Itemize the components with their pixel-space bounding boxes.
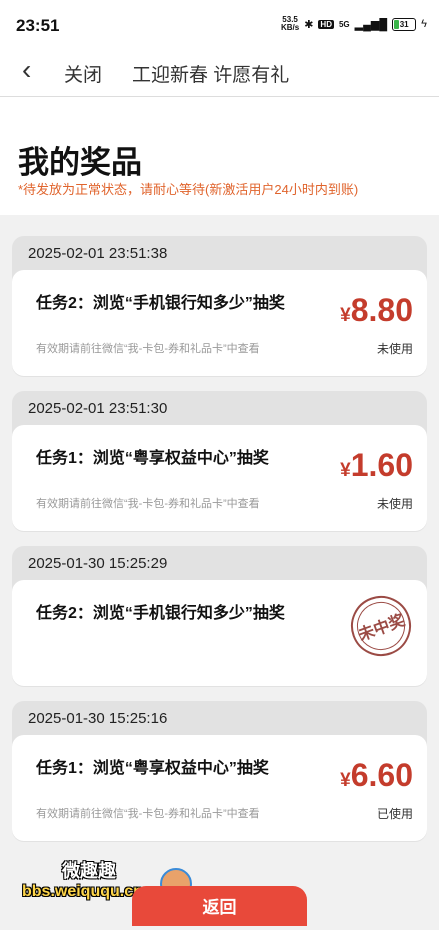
close-button[interactable]: 关闭 (64, 60, 102, 87)
record-task: 任务2：浏览“手机银行知多少”抽奖 (36, 605, 285, 622)
record-task: 任务1：浏览“粤享权益中心”抽奖 (36, 760, 269, 777)
status-time: 23:51 (16, 16, 60, 35)
record-status: 未使用 (376, 342, 413, 356)
status-icons: 53.5 KB/s ✱ HD 5G ▂▄▆█ 31 ϟ (281, 16, 427, 32)
page-header: 我的奖品 *待发放为正常状态，请耐心等待(新激活用户24小时内到账) (0, 97, 439, 215)
charging-icon: ϟ (421, 18, 427, 30)
record-date: 2025-01-30 15:25:16 (28, 710, 168, 727)
record-task: 任务2：浏览“手机银行知多少”抽奖 (36, 295, 285, 312)
record-date: 2025-01-30 15:25:29 (28, 555, 168, 572)
status-bar: 23:51 53.5 KB/s ✱ HD 5G ▂▄▆█ 31 ϟ (0, 0, 439, 48)
record-hint: 有效期请前往微信“我-卡包-券和礼品卡”中查看 (36, 498, 260, 510)
record-status: 已使用 (376, 807, 413, 821)
bluetooth-icon: ✱ (304, 18, 314, 31)
prize-record: 2025-01-30 15:25:16 任务1：浏览“粤享权益中心”抽奖 有效期… (12, 701, 427, 842)
signal-label: 5G (338, 19, 350, 29)
prize-record: 2025-02-01 23:51:30 任务1：浏览“粤享权益中心”抽奖 有效期… (12, 391, 427, 532)
record-body[interactable]: 任务2：浏览“手机银行知多少”抽奖 有效期请前往微信“我-卡包-券和礼品卡”中查… (12, 270, 427, 376)
return-button[interactable]: 返回 (132, 886, 307, 926)
record-date: 2025-02-01 23:51:38 (28, 245, 168, 262)
record-date: 2025-02-01 23:51:30 (28, 400, 168, 417)
record-hint: 有效期请前往微信“我-卡包-券和礼品卡”中查看 (36, 808, 260, 820)
record-body[interactable]: 任务1：浏览“粤享权益中心”抽奖 有效期请前往微信“我-卡包-券和礼品卡”中查看… (12, 735, 427, 841)
watermark: 微趣趣 bbs.weiququ.cn (22, 861, 143, 900)
nav-bar: ‹ 关闭 工迎新春 许愿有礼 (0, 48, 439, 97)
record-amount: ¥1.60 (340, 447, 413, 483)
record-body[interactable]: 任务1：浏览“粤享权益中心”抽奖 有效期请前往微信“我-卡包-券和礼品卡”中查看… (12, 425, 427, 531)
prize-record: 2025-01-30 15:25:29 任务2：浏览“手机银行知多少”抽奖 未中… (12, 546, 427, 687)
net-speed: 53.5 KB/s (280, 15, 300, 32)
page-title: 我的奖品 (18, 145, 142, 180)
record-status: 未使用 (376, 497, 413, 511)
record-amount: ¥8.80 (340, 292, 413, 328)
hd-badge: HD (318, 19, 334, 29)
prize-record: 2025-02-01 23:51:38 任务2：浏览“手机银行知多少”抽奖 有效… (12, 236, 427, 377)
record-hint: 有效期请前往微信“我-卡包-券和礼品卡”中查看 (36, 343, 260, 355)
signal-icon: ▂▄▆█ (354, 18, 388, 31)
record-body[interactable]: 任务2：浏览“手机银行知多少”抽奖 未中奖 (12, 580, 427, 686)
battery-icon: 31 (392, 17, 417, 31)
record-task: 任务1：浏览“粤享权益中心”抽奖 (36, 450, 269, 467)
no-prize-stamp: 未中奖 (342, 587, 420, 665)
nav-title: 工迎新春 许愿有礼 (132, 65, 290, 86)
notice-text: *待发放为正常状态，请耐心等待(新激活用户24小时内到账) (18, 182, 359, 197)
back-icon[interactable]: ‹ (22, 56, 31, 84)
record-amount: ¥6.60 (340, 757, 413, 793)
